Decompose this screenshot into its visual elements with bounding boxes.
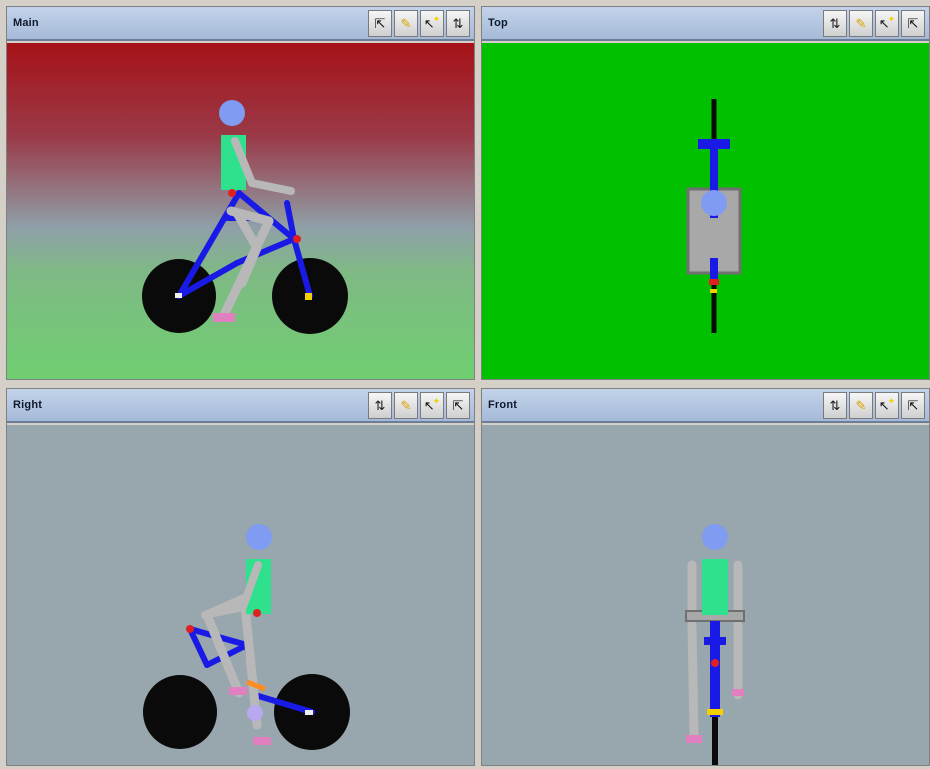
rider-head-top bbox=[701, 190, 727, 216]
viewport-pane-right[interactable]: Right ⇅ ✎ ↖ ✦ ⇱ bbox=[6, 388, 475, 766]
rider-shoe bbox=[686, 735, 702, 743]
cursor-tool-icon[interactable]: ⇱ bbox=[446, 392, 470, 419]
pan-updown-icon[interactable]: ⇅ bbox=[823, 392, 847, 419]
rider-bike-scene-main bbox=[142, 100, 348, 334]
rider-legs bbox=[220, 206, 274, 318]
pane-title: Top bbox=[488, 17, 508, 29]
pane-titlebar: Top ⇅ ✎ ↖ ✦ ⇱ bbox=[482, 7, 929, 41]
rider-shoe bbox=[229, 687, 247, 695]
pencil-icon[interactable]: ✎ bbox=[394, 392, 418, 419]
cursor-tool-icon[interactable]: ⇱ bbox=[901, 10, 925, 37]
viewport-3d-main[interactable] bbox=[7, 43, 474, 379]
rider-torso bbox=[702, 559, 728, 615]
rider-bike-scene-front bbox=[685, 524, 745, 765]
pan-updown-icon[interactable]: ⇅ bbox=[823, 10, 847, 37]
viewport-pane-front[interactable]: Front ⇅ ✎ ↖ ✦ ⇱ bbox=[481, 388, 930, 766]
pane-title: Main bbox=[13, 17, 39, 29]
pan-updown-icon[interactable]: ⇅ bbox=[368, 392, 392, 419]
pane-toolbar: ⇱ ✎ ↖ ✦ ⇅ bbox=[368, 10, 470, 37]
select-pointer-icon[interactable]: ↖ ✦ bbox=[420, 392, 444, 419]
pane-title: Front bbox=[488, 399, 518, 411]
rider-shoe bbox=[213, 313, 235, 322]
select-pointer-icon[interactable]: ↖ ✦ bbox=[875, 10, 899, 37]
rider-shoe bbox=[253, 737, 271, 745]
cursor-tool-icon[interactable]: ⇱ bbox=[368, 10, 392, 37]
select-pointer-icon[interactable]: ↖ ✦ bbox=[420, 10, 444, 37]
viewport-3d-front[interactable] bbox=[482, 425, 929, 765]
viewport-3d-right[interactable] bbox=[7, 425, 474, 765]
pane-titlebar: Right ⇅ ✎ ↖ ✦ ⇱ bbox=[7, 389, 474, 423]
rider-bike-scene-right bbox=[143, 524, 350, 750]
pencil-icon[interactable]: ✎ bbox=[849, 392, 873, 419]
rider-bike-scene-top bbox=[686, 99, 742, 333]
pane-toolbar: ⇅ ✎ ↖ ✦ ⇱ bbox=[823, 10, 925, 37]
rear-wheel bbox=[143, 675, 217, 749]
pan-updown-icon[interactable]: ⇅ bbox=[446, 10, 470, 37]
select-pointer-icon[interactable]: ↖ ✦ bbox=[875, 392, 899, 419]
cursor-tool-icon[interactable]: ⇱ bbox=[901, 392, 925, 419]
pane-titlebar: Main ⇱ ✎ ↖ ✦ ⇅ bbox=[7, 7, 474, 41]
pane-toolbar: ⇅ ✎ ↖ ✦ ⇱ bbox=[823, 392, 925, 419]
rider-head bbox=[219, 100, 245, 126]
viewport-pane-top[interactable]: Top ⇅ ✎ ↖ ✦ ⇱ bbox=[481, 6, 930, 380]
rider-shoe bbox=[732, 689, 744, 696]
pane-title: Right bbox=[13, 399, 43, 411]
rider-head bbox=[246, 524, 272, 550]
pane-toolbar: ⇅ ✎ ↖ ✦ ⇱ bbox=[368, 392, 470, 419]
viewport-3d-top[interactable] bbox=[482, 43, 929, 379]
viewport-pane-main[interactable]: Main ⇱ ✎ ↖ ✦ ⇅ bbox=[6, 6, 475, 380]
pencil-icon[interactable]: ✎ bbox=[394, 10, 418, 37]
rider-head bbox=[702, 524, 728, 550]
pencil-icon[interactable]: ✎ bbox=[849, 10, 873, 37]
pane-titlebar: Front ⇅ ✎ ↖ ✦ ⇱ bbox=[482, 389, 929, 423]
